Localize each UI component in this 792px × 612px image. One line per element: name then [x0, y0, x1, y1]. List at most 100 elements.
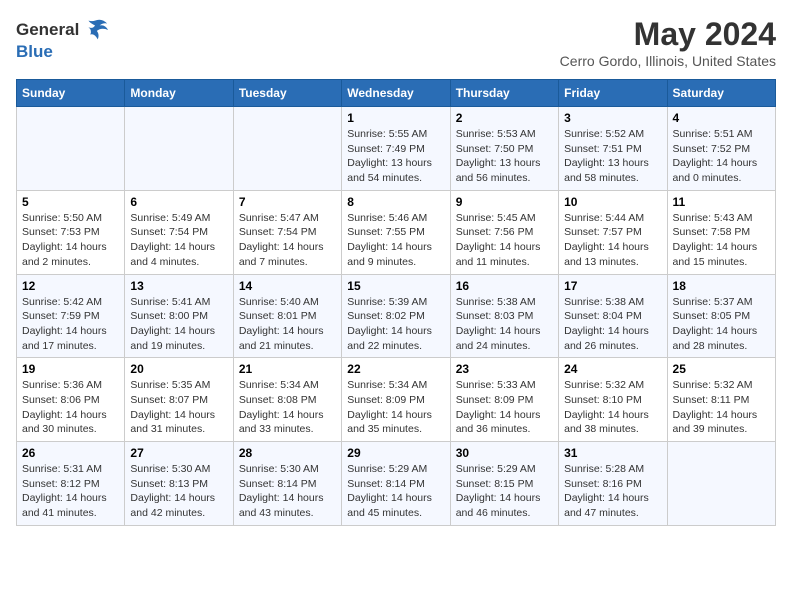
day-number: 4	[673, 111, 770, 125]
day-number: 14	[239, 279, 336, 293]
calendar-week-row: 1 Sunrise: 5:55 AM Sunset: 7:49 PM Daylig…	[17, 107, 776, 191]
title-block: May 2024 Cerro Gordo, Illinois, United S…	[560, 16, 776, 69]
calendar-cell	[233, 107, 341, 191]
day-info: Sunrise: 5:34 AM Sunset: 8:09 PM Dayligh…	[347, 378, 444, 437]
day-info: Sunrise: 5:55 AM Sunset: 7:49 PM Dayligh…	[347, 127, 444, 186]
calendar-cell: 20Sunrise: 5:35 AM Sunset: 8:07 PM Dayli…	[125, 358, 233, 442]
calendar-cell	[667, 442, 775, 526]
calendar-cell: 9 Sunrise: 5:45 AM Sunset: 7:56 PM Daylig…	[450, 190, 558, 274]
calendar-cell	[17, 107, 125, 191]
day-number: 23	[456, 362, 553, 376]
day-info: Sunrise: 5:35 AM Sunset: 8:07 PM Dayligh…	[130, 378, 227, 437]
day-info: Sunrise: 5:47 AM Sunset: 7:54 PM Dayligh…	[239, 211, 336, 270]
day-info: Sunrise: 5:44 AM Sunset: 7:57 PM Dayligh…	[564, 211, 661, 270]
calendar-table: SundayMondayTuesdayWednesdayThursdayFrid…	[16, 79, 776, 526]
day-number: 22	[347, 362, 444, 376]
day-info: Sunrise: 5:38 AM Sunset: 8:03 PM Dayligh…	[456, 295, 553, 354]
day-number: 11	[673, 195, 770, 209]
day-info: Sunrise: 5:41 AM Sunset: 8:00 PM Dayligh…	[130, 295, 227, 354]
day-info: Sunrise: 5:30 AM Sunset: 8:13 PM Dayligh…	[130, 462, 227, 521]
column-header-friday: Friday	[559, 80, 667, 107]
calendar-cell: 18Sunrise: 5:37 AM Sunset: 8:05 PM Dayli…	[667, 274, 775, 358]
calendar-cell: 14Sunrise: 5:40 AM Sunset: 8:01 PM Dayli…	[233, 274, 341, 358]
day-info: Sunrise: 5:52 AM Sunset: 7:51 PM Dayligh…	[564, 127, 661, 186]
calendar-cell	[125, 107, 233, 191]
calendar-header-row: SundayMondayTuesdayWednesdayThursdayFrid…	[17, 80, 776, 107]
day-number: 7	[239, 195, 336, 209]
day-info: Sunrise: 5:29 AM Sunset: 8:15 PM Dayligh…	[456, 462, 553, 521]
day-number: 10	[564, 195, 661, 209]
calendar-cell: 31 Sunrise: 5:28 AM Sunset: 8:16 PM Dayli…	[559, 442, 667, 526]
calendar-week-row: 26 Sunrise: 5:31 AM Sunset: 8:12 PM Dayli…	[17, 442, 776, 526]
column-header-sunday: Sunday	[17, 80, 125, 107]
day-number: 25	[673, 362, 770, 376]
column-header-monday: Monday	[125, 80, 233, 107]
day-number: 1	[347, 111, 444, 125]
day-info: Sunrise: 5:33 AM Sunset: 8:09 PM Dayligh…	[456, 378, 553, 437]
day-number: 17	[564, 279, 661, 293]
day-number: 13	[130, 279, 227, 293]
day-number: 2	[456, 111, 553, 125]
calendar-cell: 12 Sunrise: 5:42 AM Sunset: 7:59 PM Dayli…	[17, 274, 125, 358]
calendar-week-row: 12 Sunrise: 5:42 AM Sunset: 7:59 PM Dayli…	[17, 274, 776, 358]
calendar-cell: 21 Sunrise: 5:34 AM Sunset: 8:08 PM Dayli…	[233, 358, 341, 442]
day-info: Sunrise: 5:39 AM Sunset: 8:02 PM Dayligh…	[347, 295, 444, 354]
day-number: 27	[130, 446, 227, 460]
page-header: General Blue May 2024 Cerro Gordo, Illin…	[16, 16, 776, 69]
calendar-cell: 28 Sunrise: 5:30 AM Sunset: 8:14 PM Dayli…	[233, 442, 341, 526]
day-info: Sunrise: 5:45 AM Sunset: 7:56 PM Dayligh…	[456, 211, 553, 270]
logo-general: General	[16, 20, 79, 40]
day-number: 31	[564, 446, 661, 460]
logo-blue: Blue	[16, 42, 109, 62]
day-info: Sunrise: 5:42 AM Sunset: 7:59 PM Dayligh…	[22, 295, 119, 354]
calendar-cell: 26 Sunrise: 5:31 AM Sunset: 8:12 PM Dayli…	[17, 442, 125, 526]
day-info: Sunrise: 5:29 AM Sunset: 8:14 PM Dayligh…	[347, 462, 444, 521]
day-info: Sunrise: 5:28 AM Sunset: 8:16 PM Dayligh…	[564, 462, 661, 521]
calendar-cell: 22 Sunrise: 5:34 AM Sunset: 8:09 PM Dayli…	[342, 358, 450, 442]
logo: General Blue	[16, 16, 109, 62]
day-number: 21	[239, 362, 336, 376]
day-info: Sunrise: 5:34 AM Sunset: 8:08 PM Dayligh…	[239, 378, 336, 437]
calendar-cell: 1 Sunrise: 5:55 AM Sunset: 7:49 PM Daylig…	[342, 107, 450, 191]
calendar-cell: 6Sunrise: 5:49 AM Sunset: 7:54 PM Daylig…	[125, 190, 233, 274]
logo-bird-icon	[81, 16, 109, 44]
column-header-thursday: Thursday	[450, 80, 558, 107]
calendar-week-row: 5Sunrise: 5:50 AM Sunset: 7:53 PM Daylig…	[17, 190, 776, 274]
column-header-tuesday: Tuesday	[233, 80, 341, 107]
calendar-cell: 16Sunrise: 5:38 AM Sunset: 8:03 PM Dayli…	[450, 274, 558, 358]
day-number: 8	[347, 195, 444, 209]
calendar-week-row: 19 Sunrise: 5:36 AM Sunset: 8:06 PM Dayli…	[17, 358, 776, 442]
day-info: Sunrise: 5:53 AM Sunset: 7:50 PM Dayligh…	[456, 127, 553, 186]
calendar-cell: 10 Sunrise: 5:44 AM Sunset: 7:57 PM Dayli…	[559, 190, 667, 274]
main-title: May 2024	[560, 16, 776, 53]
day-info: Sunrise: 5:36 AM Sunset: 8:06 PM Dayligh…	[22, 378, 119, 437]
day-number: 5	[22, 195, 119, 209]
day-number: 19	[22, 362, 119, 376]
column-header-saturday: Saturday	[667, 80, 775, 107]
calendar-cell: 19 Sunrise: 5:36 AM Sunset: 8:06 PM Dayli…	[17, 358, 125, 442]
day-number: 3	[564, 111, 661, 125]
subtitle: Cerro Gordo, Illinois, United States	[560, 53, 776, 69]
calendar-cell: 30 Sunrise: 5:29 AM Sunset: 8:15 PM Dayli…	[450, 442, 558, 526]
day-info: Sunrise: 5:32 AM Sunset: 8:10 PM Dayligh…	[564, 378, 661, 437]
day-info: Sunrise: 5:30 AM Sunset: 8:14 PM Dayligh…	[239, 462, 336, 521]
column-header-wednesday: Wednesday	[342, 80, 450, 107]
calendar-cell: 23 Sunrise: 5:33 AM Sunset: 8:09 PM Dayli…	[450, 358, 558, 442]
day-number: 30	[456, 446, 553, 460]
day-number: 12	[22, 279, 119, 293]
calendar-cell: 15Sunrise: 5:39 AM Sunset: 8:02 PM Dayli…	[342, 274, 450, 358]
day-number: 28	[239, 446, 336, 460]
day-info: Sunrise: 5:46 AM Sunset: 7:55 PM Dayligh…	[347, 211, 444, 270]
calendar-cell: 13 Sunrise: 5:41 AM Sunset: 8:00 PM Dayli…	[125, 274, 233, 358]
calendar-cell: 5Sunrise: 5:50 AM Sunset: 7:53 PM Daylig…	[17, 190, 125, 274]
calendar-cell: 27 Sunrise: 5:30 AM Sunset: 8:13 PM Dayli…	[125, 442, 233, 526]
day-info: Sunrise: 5:31 AM Sunset: 8:12 PM Dayligh…	[22, 462, 119, 521]
day-info: Sunrise: 5:32 AM Sunset: 8:11 PM Dayligh…	[673, 378, 770, 437]
day-number: 29	[347, 446, 444, 460]
day-number: 26	[22, 446, 119, 460]
calendar-cell: 4Sunrise: 5:51 AM Sunset: 7:52 PM Daylig…	[667, 107, 775, 191]
calendar-cell: 25 Sunrise: 5:32 AM Sunset: 8:11 PM Dayli…	[667, 358, 775, 442]
day-number: 6	[130, 195, 227, 209]
day-number: 9	[456, 195, 553, 209]
calendar-cell: 2 Sunrise: 5:53 AM Sunset: 7:50 PM Daylig…	[450, 107, 558, 191]
